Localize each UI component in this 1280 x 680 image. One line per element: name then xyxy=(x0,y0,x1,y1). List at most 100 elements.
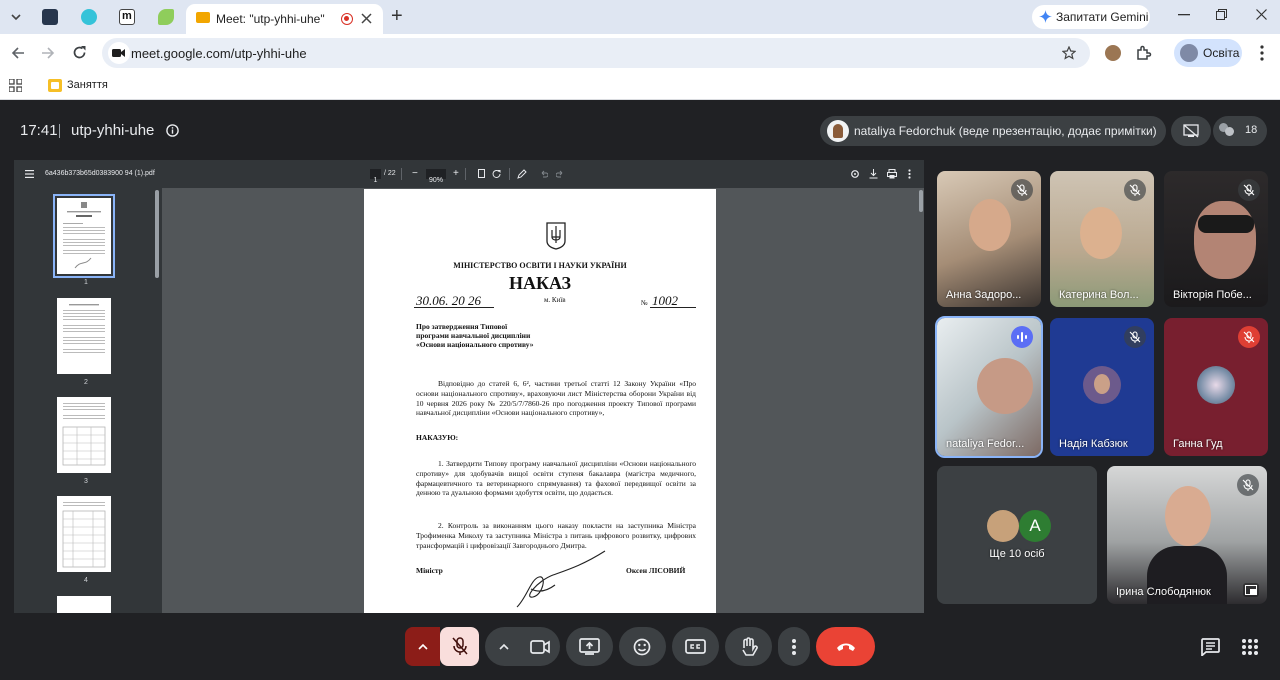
extension-avatar-icon[interactable] xyxy=(1105,45,1121,61)
pdf-menu-icon[interactable] xyxy=(25,170,34,178)
camera-toggle-button[interactable] xyxy=(521,627,560,666)
site-info-icon[interactable] xyxy=(108,42,130,64)
more-vert-icon xyxy=(792,639,796,655)
mic-off-icon xyxy=(452,637,468,655)
chat-icon[interactable] xyxy=(1201,638,1220,656)
hide-presentation-button[interactable] xyxy=(1171,116,1211,146)
annotate-pen-icon[interactable] xyxy=(517,169,527,179)
redo-icon[interactable] xyxy=(556,170,564,178)
video-options-button[interactable] xyxy=(485,627,519,666)
mic-toggle-button[interactable] xyxy=(440,627,479,666)
muted-mic-icon xyxy=(1124,326,1146,348)
participant-avatar-icon xyxy=(1225,127,1234,136)
participant-glasses xyxy=(1198,215,1254,233)
fit-page-icon[interactable] xyxy=(478,169,485,178)
apps-grid-icon[interactable] xyxy=(9,79,22,92)
reactions-button[interactable] xyxy=(619,627,666,666)
others-label: Ще 10 осіб xyxy=(989,548,1045,560)
participant-tile-6[interactable]: Ганна Гуд xyxy=(1164,318,1268,456)
restore-icon[interactable] xyxy=(1216,9,1227,20)
rotate-icon[interactable] xyxy=(492,169,502,179)
minimize-icon[interactable] xyxy=(1178,14,1190,16)
profile-avatar xyxy=(1180,44,1198,62)
participant-tile-4[interactable]: nataliya Fedor... xyxy=(935,316,1043,458)
profile-chip[interactable]: Освіта xyxy=(1174,39,1242,67)
participant-tile-1[interactable]: Анна Задоро... xyxy=(937,171,1041,307)
undo-icon[interactable] xyxy=(540,170,548,178)
pdf-page-input[interactable]: 1 xyxy=(370,169,381,184)
tab-favicon-2-icon[interactable] xyxy=(81,9,97,25)
page-thumbnail-1[interactable] xyxy=(53,194,115,278)
presenter-chip[interactable]: nataliya Fedorchuk (веде презентацію, до… xyxy=(820,116,1166,146)
hand-icon xyxy=(742,637,758,656)
browser-toolbar: meet.google.com/utp-yhhi-uhe Освіта xyxy=(0,34,1280,72)
participant-tile-3[interactable]: Вікторія Побе... xyxy=(1164,171,1268,307)
others-tile[interactable]: A Ще 10 осіб xyxy=(937,466,1097,604)
document-scrollbar[interactable] xyxy=(919,190,923,212)
thumbnail-scrollbar[interactable] xyxy=(155,190,159,278)
pdf-toolbar-divider xyxy=(465,168,466,180)
meeting-info-icon[interactable] xyxy=(166,124,179,137)
doc-preamble: Відповідно до статей 6, 6², частини трет… xyxy=(416,379,696,418)
back-icon[interactable] xyxy=(11,46,25,60)
present-button[interactable] xyxy=(566,627,613,666)
tab-meet[interactable]: Meet: "utp-yhhi-uhe" xyxy=(186,4,383,34)
muted-mic-icon xyxy=(1011,179,1033,201)
raise-hand-button[interactable] xyxy=(725,627,772,666)
new-tab-button[interactable]: + xyxy=(391,5,403,28)
participant-tile-7[interactable]: Ірина Слободянюк xyxy=(1107,466,1267,604)
participant-name: Надія Кабзюк xyxy=(1059,438,1128,450)
page-thumbnail-2[interactable] xyxy=(57,298,111,374)
participant-face xyxy=(1165,486,1211,546)
bookmark-zaniattia[interactable]: Заняття xyxy=(48,78,158,94)
forward-icon[interactable] xyxy=(41,46,55,60)
bookmarks-bar: Заняття xyxy=(0,72,1280,100)
pdf-zoom-input[interactable]: 90% xyxy=(426,169,446,184)
page-thumbnail-3[interactable] xyxy=(57,397,111,473)
extensions-puzzle-icon[interactable] xyxy=(1136,45,1152,61)
participant-tile-5[interactable]: Надія Кабзюк xyxy=(1050,318,1154,456)
activities-grid-icon[interactable] xyxy=(1242,639,1258,655)
tab-list-chevron-icon[interactable] xyxy=(10,11,22,23)
captions-icon xyxy=(685,639,706,654)
document-page: МІНІСТЕРСТВО ОСВІТИ І НАУКИ УКРАЇНИ НАКА… xyxy=(364,189,716,613)
emoji-icon xyxy=(633,638,651,656)
pdf-settings-icon[interactable] xyxy=(850,169,860,179)
tab-favicon-3-icon[interactable]: m xyxy=(119,9,135,25)
gemini-button[interactable]: Запитати Gemini xyxy=(1032,5,1150,29)
browser-tab-bar: m Meet: "utp-yhhi-uhe" + Запитати Gemini xyxy=(0,0,1280,34)
participants-button[interactable]: 18 xyxy=(1213,116,1267,146)
participant-face xyxy=(977,358,1033,414)
address-bar[interactable]: meet.google.com/utp-yhhi-uhe xyxy=(102,38,1090,68)
thumbnail-label: 2 xyxy=(84,379,88,386)
thumbnail-sidebar: 1 2 3 4 xyxy=(14,188,162,613)
ukraine-coat-of-arms-icon xyxy=(546,222,566,250)
bookmark-star-icon[interactable] xyxy=(1062,46,1076,60)
reload-icon[interactable] xyxy=(72,45,87,60)
page-thumbnail-4[interactable] xyxy=(57,496,111,572)
captions-button[interactable] xyxy=(672,627,719,666)
doc-signatory-name: Оксен ЛІСОВИЙ xyxy=(626,566,686,575)
leave-call-button[interactable] xyxy=(816,627,875,666)
signature-image xyxy=(516,550,606,608)
zoom-out-button[interactable]: − xyxy=(412,168,418,179)
participant-name: Ірина Слободянюк xyxy=(1116,586,1211,598)
download-icon[interactable] xyxy=(869,169,878,179)
more-options-button[interactable] xyxy=(778,627,810,666)
pdf-more-icon[interactable] xyxy=(908,169,911,179)
pdf-page-total: / 22 xyxy=(384,170,396,177)
participant-tile-2[interactable]: Катерина Вол... xyxy=(1050,171,1154,307)
pip-icon[interactable] xyxy=(1243,583,1259,597)
zoom-in-button[interactable]: + xyxy=(453,168,459,179)
browser-menu-icon[interactable] xyxy=(1260,45,1264,61)
tab-favicon-4-icon[interactable] xyxy=(158,9,174,25)
participant-face xyxy=(1194,201,1256,279)
print-icon[interactable] xyxy=(887,169,897,179)
page-thumbnail-5[interactable] xyxy=(57,596,111,613)
audio-options-button[interactable] xyxy=(405,627,440,666)
meeting-time: 17:41 xyxy=(20,122,58,139)
participant-count: 18 xyxy=(1245,124,1258,136)
tab-favicon-1-icon[interactable] xyxy=(42,9,58,25)
window-close-icon[interactable] xyxy=(1256,9,1267,20)
tab-close-icon[interactable] xyxy=(361,13,372,24)
